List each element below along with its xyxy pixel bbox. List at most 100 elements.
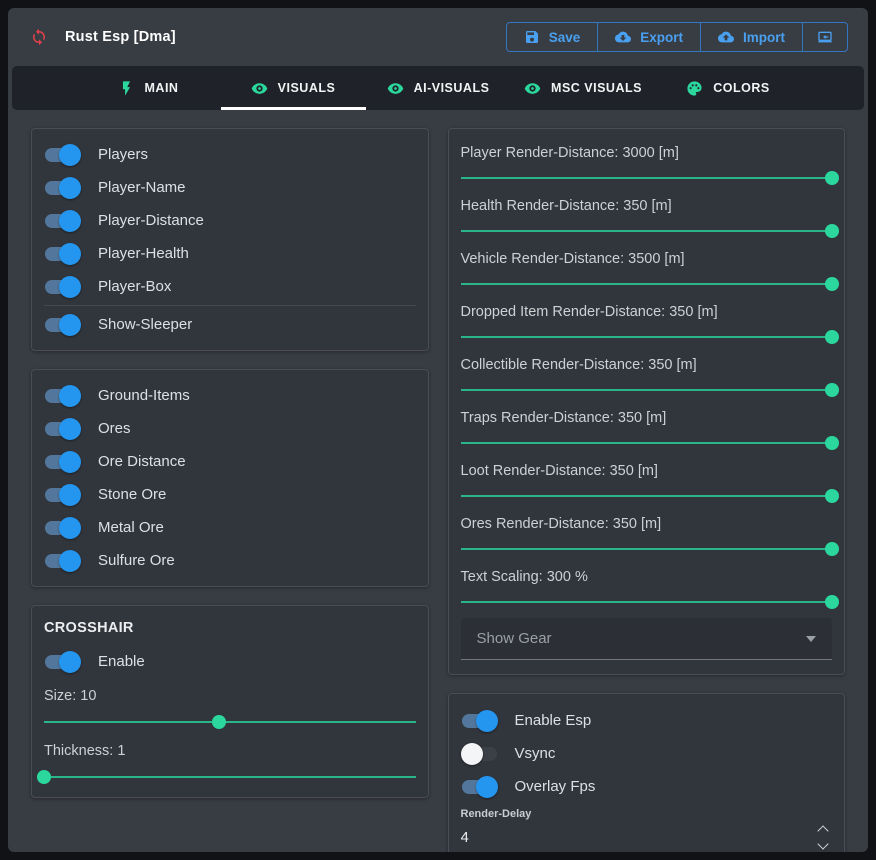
- loot-render-distance-label: Loot Render-Distance: 350 [m]: [461, 459, 833, 479]
- stone-ore-label: Stone Ore: [98, 486, 166, 503]
- player-esp-card: Players Player-Name Player-Distance Play…: [31, 128, 429, 351]
- toolbar-button-group: Save Export Import: [506, 22, 848, 52]
- palette-icon: [686, 80, 703, 97]
- app-title: Rust Esp [Dma]: [65, 29, 176, 45]
- ores-render-distance-slider[interactable]: [461, 541, 833, 556]
- save-icon: [524, 29, 540, 45]
- player-name-toggle[interactable]: [44, 177, 81, 199]
- ores-toggle[interactable]: [44, 418, 81, 440]
- sulfure-ore-toggle[interactable]: [44, 550, 81, 572]
- save-button[interactable]: Save: [507, 23, 599, 51]
- cloud-upload-icon: [718, 29, 734, 45]
- vehicle-render-distance-label: Vehicle Render-Distance: 3500 [m]: [461, 247, 833, 267]
- slider-knob[interactable]: [825, 330, 839, 344]
- render-delay-spinner: [818, 825, 832, 850]
- import-label: Import: [743, 30, 785, 45]
- slider-knob[interactable]: [825, 595, 839, 609]
- show-sleeper-label: Show-Sleeper: [98, 316, 192, 333]
- stone-ore-toggle[interactable]: [44, 484, 81, 506]
- traps-render-distance-label: Traps Render-Distance: 350 [m]: [461, 406, 833, 426]
- ores-label: Ores: [98, 420, 131, 437]
- tab-colors-label: COLORS: [713, 81, 769, 95]
- toggle-row: Metal Ore: [44, 511, 416, 544]
- screen-share-button[interactable]: [803, 23, 847, 51]
- render-delay-input[interactable]: [461, 829, 581, 846]
- save-label: Save: [549, 30, 581, 45]
- slider-knob[interactable]: [825, 489, 839, 503]
- lightning-icon: [118, 80, 135, 97]
- overlay-fps-label: Overlay Fps: [515, 778, 596, 795]
- vehicle-render-distance-slider[interactable]: [461, 276, 833, 291]
- slider-knob[interactable]: [37, 770, 51, 784]
- toggle-row: Ores: [44, 412, 416, 445]
- vsync-label: Vsync: [515, 745, 556, 762]
- sulfure-ore-label: Sulfure Ore: [98, 552, 175, 569]
- player-distance-toggle[interactable]: [44, 210, 81, 232]
- slider-track: [461, 336, 833, 338]
- tab-main-label: MAIN: [145, 81, 179, 95]
- tab-ai-visuals[interactable]: AI-VISUALS: [366, 66, 511, 110]
- crosshair-thickness-label: Thickness: 1: [44, 733, 416, 759]
- tab-msc-visuals-label: MSC VISUALS: [551, 81, 642, 95]
- tab-visuals-label: VISUALS: [278, 81, 336, 95]
- ore-distance-toggle[interactable]: [44, 451, 81, 473]
- crosshair-size-slider[interactable]: [44, 714, 416, 729]
- tab-bar: MAIN VISUALS AI-VISUALS MSC VISUALS COLO…: [12, 66, 864, 110]
- overlay-fps-toggle[interactable]: [461, 776, 498, 798]
- screen-share-icon: [817, 29, 833, 45]
- loot-render-distance-slider[interactable]: [461, 488, 833, 503]
- player-health-toggle[interactable]: [44, 243, 81, 265]
- metal-ore-toggle[interactable]: [44, 517, 81, 539]
- enable-esp-toggle[interactable]: [461, 710, 498, 732]
- slider-knob[interactable]: [825, 436, 839, 450]
- slider-track: [461, 230, 833, 232]
- players-toggle[interactable]: [44, 144, 81, 166]
- slider-knob[interactable]: [825, 171, 839, 185]
- slider-knob[interactable]: [212, 715, 226, 729]
- settings-content: Players Player-Name Player-Distance Play…: [8, 110, 868, 852]
- traps-render-distance-slider[interactable]: [461, 435, 833, 450]
- crosshair-enable-toggle[interactable]: [44, 651, 81, 673]
- right-column: Player Render-Distance: 3000 [m] Health …: [448, 128, 846, 852]
- player-distance-label: Player-Distance: [98, 212, 204, 229]
- vsync-toggle[interactable]: [461, 743, 498, 765]
- slider-knob[interactable]: [825, 277, 839, 291]
- collectible-render-distance-slider[interactable]: [461, 382, 833, 397]
- slider-knob[interactable]: [825, 383, 839, 397]
- show-sleeper-toggle[interactable]: [44, 314, 81, 336]
- dropped-item-render-distance-slider[interactable]: [461, 329, 833, 344]
- toggle-row: Player-Box: [44, 270, 416, 303]
- text-scaling-slider[interactable]: [461, 594, 833, 609]
- tab-msc-visuals[interactable]: MSC VISUALS: [511, 66, 656, 110]
- toggle-row: Ground-Items: [44, 379, 416, 412]
- cloud-download-icon: [615, 29, 631, 45]
- slider-track: [461, 283, 833, 285]
- slider-track: [44, 721, 416, 723]
- tab-colors[interactable]: COLORS: [656, 66, 801, 110]
- show-gear-select[interactable]: Show Gear: [461, 618, 833, 660]
- players-label: Players: [98, 146, 148, 163]
- metal-ore-label: Metal Ore: [98, 519, 164, 536]
- toggle-row: Overlay Fps: [461, 770, 833, 803]
- player-render-distance-slider[interactable]: [461, 170, 833, 185]
- tab-visuals[interactable]: VISUALS: [221, 66, 366, 110]
- chevron-up-icon[interactable]: [818, 825, 828, 835]
- export-button[interactable]: Export: [598, 23, 701, 51]
- toggle-row: Player-Health: [44, 237, 416, 270]
- show-gear-selected-value: Show Gear: [477, 630, 552, 647]
- import-button[interactable]: Import: [701, 23, 803, 51]
- tab-ai-visuals-label: AI-VISUALS: [414, 81, 490, 95]
- eye-icon: [524, 80, 541, 97]
- slider-track: [461, 177, 833, 179]
- tab-main[interactable]: MAIN: [76, 66, 221, 110]
- render-distance-card: Player Render-Distance: 3000 [m] Health …: [448, 128, 846, 675]
- crosshair-thickness-slider[interactable]: [44, 769, 416, 784]
- player-box-toggle[interactable]: [44, 276, 81, 298]
- slider-knob[interactable]: [825, 542, 839, 556]
- ground-items-toggle[interactable]: [44, 385, 81, 407]
- left-column: Players Player-Name Player-Distance Play…: [31, 128, 429, 798]
- slider-knob[interactable]: [825, 224, 839, 238]
- slider-track: [461, 548, 833, 550]
- health-render-distance-slider[interactable]: [461, 223, 833, 238]
- chevron-down-icon[interactable]: [818, 840, 828, 850]
